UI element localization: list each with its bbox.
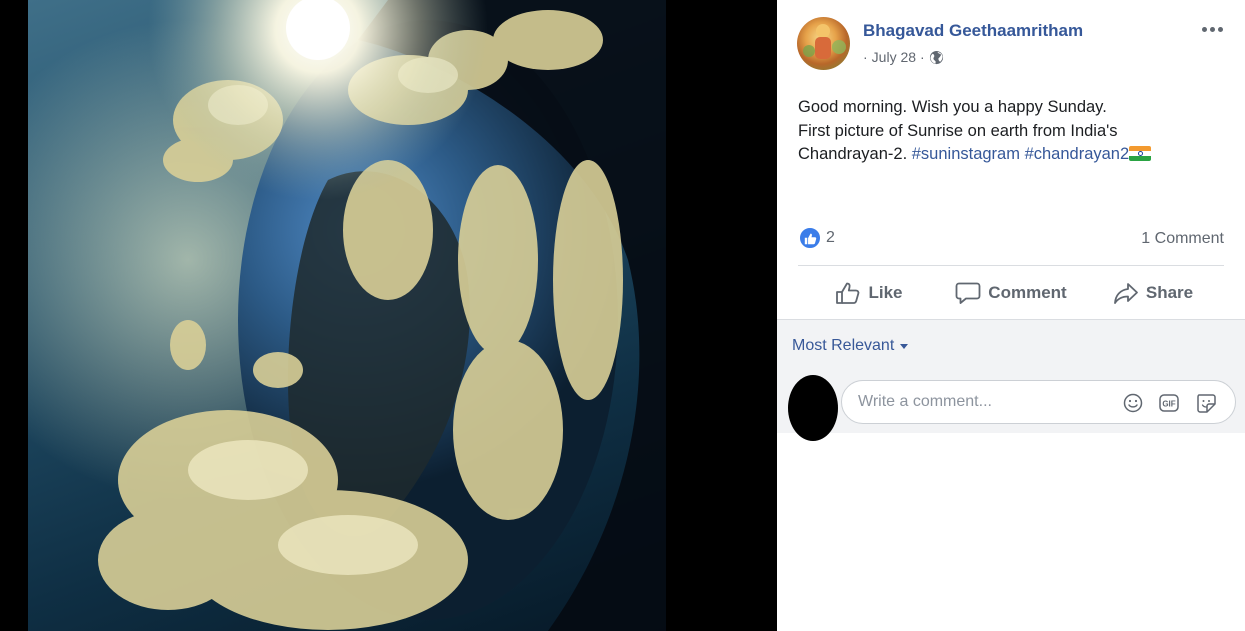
earth-sunrise-image [28, 0, 666, 631]
deity-portrait-icon [803, 24, 846, 59]
hashtag-link[interactable]: #chandrayan2 [1025, 145, 1130, 163]
meta-separator-2: · [920, 49, 925, 65]
divider [798, 265, 1224, 266]
post-text-line: Good morning. Wish you a happy Sunday. [798, 98, 1107, 116]
post-panel: Bhagavad Geethaamritham · July 28 · Good… [777, 0, 1245, 631]
post-actions: Like Comment Share [798, 268, 1224, 318]
comment-button[interactable]: Comment [940, 268, 1082, 318]
post-photo[interactable] [28, 0, 666, 631]
post-message: Good morning. Wish you a happy Sunday. F… [798, 96, 1228, 167]
reactions-summary[interactable]: 2 [798, 226, 835, 250]
sort-label: Most Relevant [792, 337, 895, 354]
comment-count-link[interactable]: 1 Comment [1141, 230, 1224, 248]
india-flag-icon [1129, 146, 1152, 161]
post-header: Bhagavad Geethaamritham · July 28 · [797, 16, 1237, 72]
post-meta: · July 28 · [863, 49, 944, 65]
share-label: Share [1145, 283, 1194, 302]
globe-icon[interactable] [929, 50, 944, 65]
like-reaction-icon [798, 226, 822, 250]
comment-box: GIF [841, 380, 1236, 424]
meta-separator: · [863, 49, 868, 65]
hashtag-link[interactable]: #suninstagram [912, 145, 1020, 163]
reaction-count: 2 [826, 229, 835, 246]
comment-sort-dropdown[interactable]: Most Relevant [792, 337, 909, 355]
speech-bubble-icon [955, 282, 981, 304]
more-options-icon[interactable] [1200, 22, 1224, 36]
page-avatar[interactable] [797, 17, 850, 70]
sticker-icon[interactable] [1195, 392, 1217, 414]
svg-text:GIF: GIF [1162, 400, 1175, 409]
comments-section: Most Relevant GIF [777, 319, 1245, 441]
share-arrow-icon [1113, 283, 1138, 304]
like-label: Like [868, 283, 903, 302]
post-date-link[interactable]: July 28 [872, 49, 916, 65]
photo-viewer [0, 0, 777, 631]
emoji-icon[interactable] [1122, 392, 1144, 414]
post-text-line: First picture of Sunrise on earth from I… [798, 121, 1118, 140]
caret-down-icon [900, 343, 909, 349]
thumbs-up-icon [836, 282, 860, 304]
post-text-line: Chandrayan-2. #suninstagram #chandrayan2 [798, 143, 1228, 167]
gif-icon[interactable]: GIF [1158, 392, 1180, 414]
share-button[interactable]: Share [1082, 268, 1224, 318]
comment-composer: GIF [777, 370, 1245, 441]
comment-label: Comment [988, 283, 1067, 302]
page-name-link[interactable]: Bhagavad Geethaamritham [863, 21, 1083, 41]
user-avatar[interactable] [788, 375, 838, 441]
post-text-segment: Chandrayan-2. [798, 145, 912, 163]
like-button[interactable]: Like [798, 268, 940, 318]
comment-input[interactable] [858, 381, 1108, 423]
